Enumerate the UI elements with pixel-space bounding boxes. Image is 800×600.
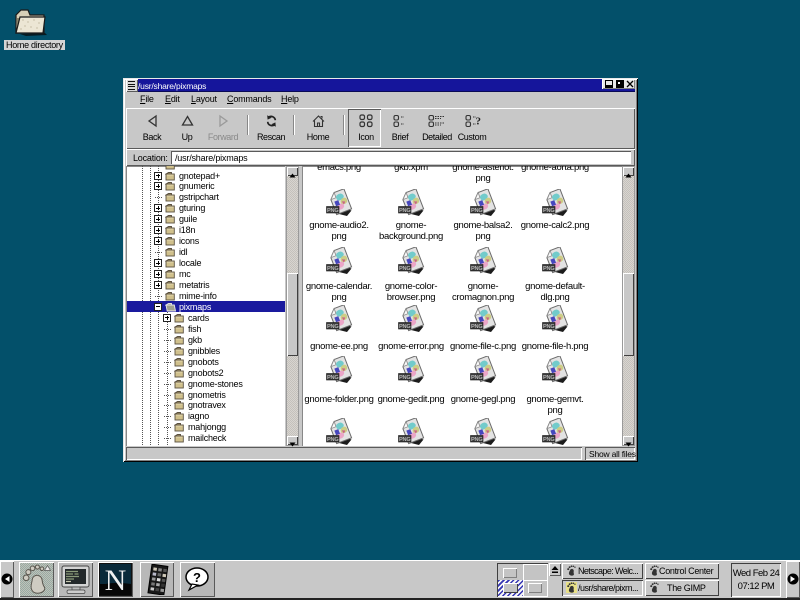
svg-text:N: N: [105, 564, 127, 595]
svg-text:?: ?: [193, 570, 201, 585]
svg-text:?: ?: [475, 116, 480, 128]
